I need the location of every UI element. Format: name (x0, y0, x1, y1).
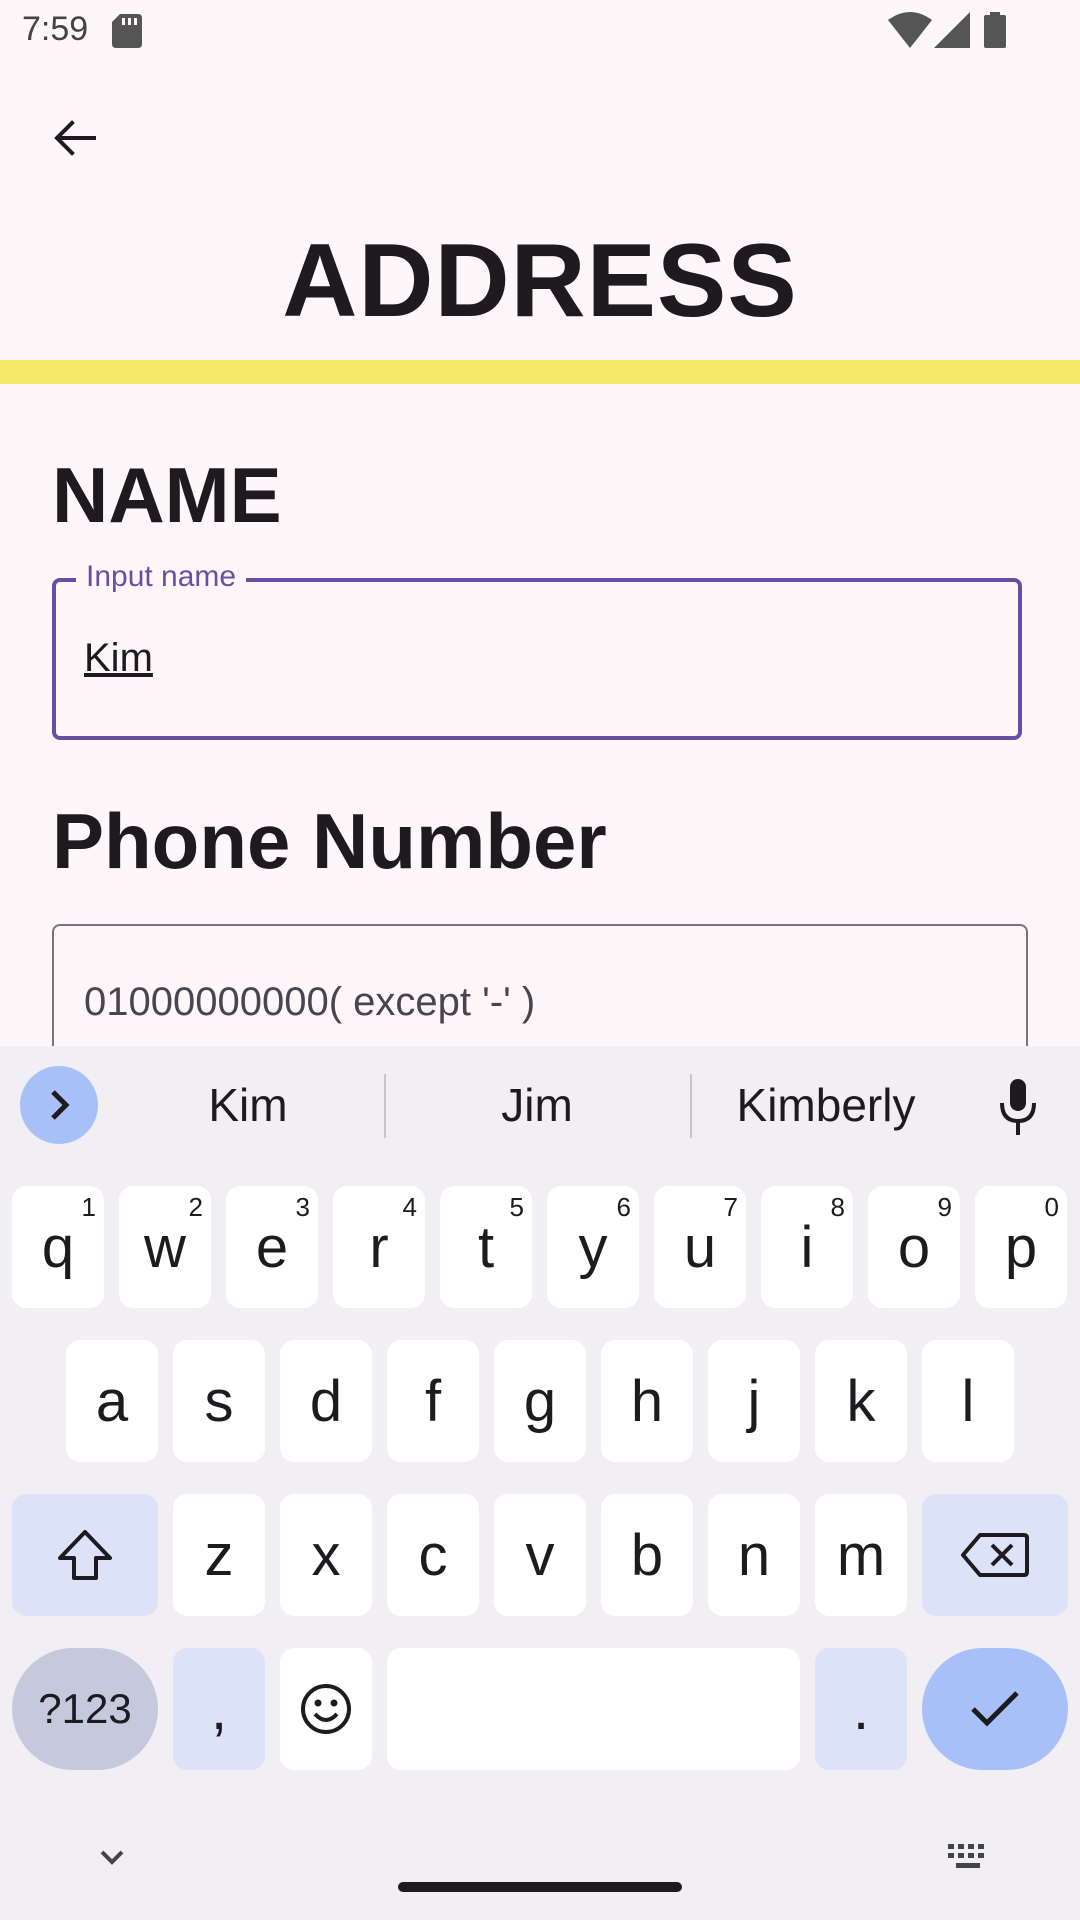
space-key[interactable] (387, 1648, 800, 1770)
emoji-icon (301, 1684, 351, 1734)
backspace-icon (961, 1533, 1029, 1577)
shift-icon (58, 1530, 112, 1580)
name-input-label: Input name (76, 560, 247, 594)
key-o[interactable]: o9 (868, 1186, 960, 1308)
suggestion-3[interactable]: Kimberly (706, 1070, 946, 1140)
sd-card-icon (112, 14, 142, 48)
microphone-icon (1000, 1079, 1036, 1135)
wifi-icon (888, 12, 932, 48)
back-button[interactable] (36, 100, 112, 176)
arrow-back-icon (54, 120, 96, 156)
key-d[interactable]: d (280, 1340, 372, 1462)
hide-keyboard-button[interactable] (90, 1842, 134, 1872)
cellular-signal-icon (934, 12, 970, 48)
symbols-key[interactable]: ?123 (12, 1648, 158, 1770)
suggestion-2[interactable]: Jim (400, 1070, 674, 1140)
voice-input-button[interactable] (990, 1076, 1046, 1140)
key-v[interactable]: v (494, 1494, 586, 1616)
page-title: ADDRESS (282, 223, 798, 339)
emoji-key[interactable] (280, 1648, 372, 1770)
key-i[interactable]: i8 (761, 1186, 853, 1308)
keyboard-switch-icon[interactable] (944, 1840, 992, 1874)
suggestions-expand-button[interactable] (20, 1066, 98, 1144)
key-b[interactable]: b (601, 1494, 693, 1616)
battery-icon (984, 12, 1006, 48)
key-l[interactable]: l (922, 1340, 1014, 1462)
key-p[interactable]: p0 (975, 1186, 1067, 1308)
key-m[interactable]: m (815, 1494, 907, 1616)
suggestion-1[interactable]: Kim (130, 1070, 366, 1140)
key-t[interactable]: t5 (440, 1186, 532, 1308)
chevron-right-icon (51, 1090, 70, 1120)
key-g[interactable]: g (494, 1340, 586, 1462)
name-heading: NAME (52, 451, 282, 539)
key-e[interactable]: e3 (226, 1186, 318, 1308)
enter-key[interactable] (922, 1648, 1068, 1770)
comma-key[interactable]: , (173, 1648, 265, 1770)
key-c[interactable]: c (387, 1494, 479, 1616)
key-r[interactable]: r4 (333, 1186, 425, 1308)
name-input-field[interactable] (52, 578, 1022, 740)
key-a[interactable]: a (66, 1340, 158, 1462)
backspace-key[interactable] (922, 1494, 1068, 1616)
period-key[interactable]: . (815, 1648, 907, 1770)
key-u[interactable]: u7 (654, 1186, 746, 1308)
key-h[interactable]: h (601, 1340, 693, 1462)
key-x[interactable]: x (280, 1494, 372, 1616)
shift-key[interactable] (12, 1494, 158, 1616)
key-z[interactable]: z (173, 1494, 265, 1616)
key-j[interactable]: j (708, 1340, 800, 1462)
check-icon (971, 1691, 1019, 1727)
suggestion-divider (384, 1074, 386, 1138)
phone-heading: Phone Number (52, 797, 607, 885)
key-q[interactable]: q1 (12, 1186, 104, 1308)
suggestion-divider (690, 1074, 692, 1138)
status-bar: 7:59 (0, 0, 1080, 64)
key-w[interactable]: w2 (119, 1186, 211, 1308)
key-f[interactable]: f (387, 1340, 479, 1462)
key-s[interactable]: s (173, 1340, 265, 1462)
key-y[interactable]: y6 (547, 1186, 639, 1308)
status-time: 7:59 (22, 10, 89, 48)
key-n[interactable]: n (708, 1494, 800, 1616)
name-input-value[interactable]: Kim (84, 636, 153, 681)
soft-keyboard: Kim Jim Kimberly q1 w2 e3 r4 t5 y6 u7 i8… (0, 1046, 1080, 1920)
title-underline-bar (0, 360, 1080, 384)
home-gesture-bar[interactable] (398, 1882, 682, 1892)
key-k[interactable]: k (815, 1340, 907, 1462)
phone-input-placeholder: 01000000000( except '-' ) (84, 980, 536, 1024)
